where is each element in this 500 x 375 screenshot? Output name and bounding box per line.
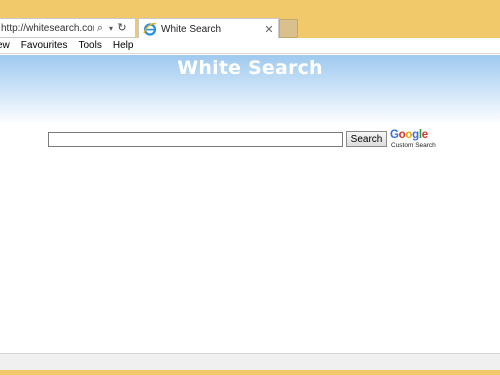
- search-input[interactable]: [48, 132, 343, 147]
- chevron-down-icon[interactable]: ▾: [106, 24, 116, 33]
- menu-item-favourites[interactable]: Favourites: [21, 40, 68, 51]
- status-bar: [0, 353, 500, 370]
- custom-search-label: Custom Search: [391, 142, 436, 149]
- google-logo-letter: g: [412, 129, 419, 141]
- tab-label: White Search: [161, 23, 222, 35]
- new-tab-button[interactable]: [279, 19, 298, 38]
- menu-bar: ew Favourites Tools Help: [0, 38, 500, 54]
- refresh-icon[interactable]: ↻: [116, 19, 128, 37]
- google-logo: Google: [390, 129, 428, 141]
- search-icon[interactable]: ⌕: [94, 19, 106, 37]
- window-bottom-frame: [0, 370, 500, 375]
- address-url[interactable]: http://whitesearch.com/: [0, 23, 94, 34]
- ie-icon: [143, 22, 157, 36]
- close-icon[interactable]: ✕: [262, 23, 276, 36]
- search-button[interactable]: Search: [346, 131, 387, 147]
- google-logo-letter: G: [390, 129, 399, 141]
- menu-item-view[interactable]: ew: [0, 40, 10, 51]
- page-title: White Search: [177, 57, 323, 79]
- menu-item-help[interactable]: Help: [113, 40, 134, 51]
- address-bar[interactable]: http://whitesearch.com/ ⌕ ▾ ↻: [0, 18, 136, 38]
- tab-white-search[interactable]: White Search ✕: [138, 18, 279, 39]
- google-logo-letter: e: [421, 129, 428, 141]
- menu-item-tools[interactable]: Tools: [78, 40, 101, 51]
